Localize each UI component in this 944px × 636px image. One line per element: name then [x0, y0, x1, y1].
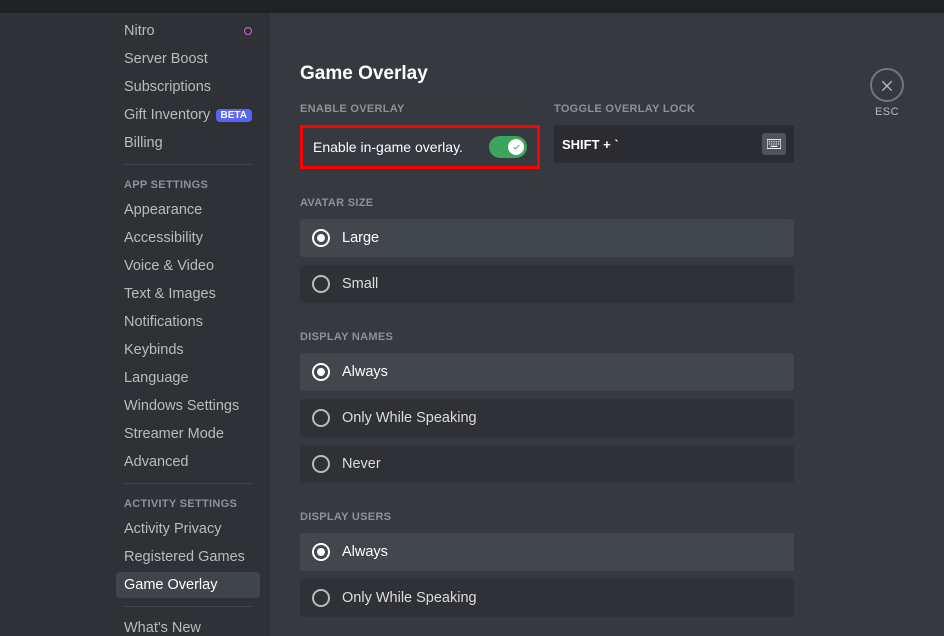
sidebar-item-label: Gift Inventory — [124, 107, 210, 123]
display-users-only-speaking[interactable]: Only While Speaking — [300, 579, 794, 617]
sidebar-item-label: Voice & Video — [124, 258, 214, 274]
sidebar-item-label: Appearance — [124, 202, 202, 218]
display-names-always[interactable]: Always — [300, 353, 794, 391]
sidebar-header-app-settings: APP SETTINGS — [116, 173, 260, 197]
nitro-indicator-icon — [244, 27, 252, 35]
keyboard-button[interactable] — [762, 133, 786, 155]
sidebar-item-game-overlay[interactable]: Game Overlay — [116, 572, 260, 598]
keyboard-icon — [767, 139, 781, 149]
close-button[interactable]: ESC — [870, 68, 904, 118]
enable-overlay-label: ENABLE OVERLAY — [300, 103, 540, 115]
sidebar-item-label: Server Boost — [124, 51, 208, 67]
sidebar-item-label: Registered Games — [124, 549, 245, 565]
esc-label: ESC — [870, 106, 904, 118]
radio-icon — [312, 589, 330, 607]
sidebar-item-label: Advanced — [124, 454, 189, 470]
sidebar-item-nitro[interactable]: Nitro — [116, 18, 260, 44]
sidebar-item-subscriptions[interactable]: Subscriptions — [116, 74, 260, 100]
sidebar-item-label: Accessibility — [124, 230, 203, 246]
sidebar-item-windows-settings[interactable]: Windows Settings — [116, 393, 260, 419]
sidebar-item-label: Keybinds — [124, 342, 184, 358]
display-names-group: Always Only While Speaking Never — [300, 353, 794, 483]
radio-label: Always — [342, 544, 388, 560]
radio-icon — [312, 409, 330, 427]
display-users-label: DISPLAY USERS — [300, 511, 914, 523]
sidebar-item-appearance[interactable]: Appearance — [116, 197, 260, 223]
sidebar-item-label: What's New — [124, 620, 201, 636]
sidebar-item-streamer-mode[interactable]: Streamer Mode — [116, 421, 260, 447]
sidebar-item-label: Notifications — [124, 314, 203, 330]
check-icon — [512, 143, 521, 152]
radio-icon — [312, 275, 330, 293]
enable-overlay-row: Enable in-game overlay. — [303, 128, 537, 166]
divider — [124, 164, 252, 165]
sidebar-item-accessibility[interactable]: Accessibility — [116, 225, 260, 251]
radio-icon — [312, 229, 330, 247]
avatar-size-group: Large Small — [300, 219, 794, 303]
radio-label: Only While Speaking — [342, 590, 477, 606]
sidebar-item-keybinds[interactable]: Keybinds — [116, 337, 260, 363]
title-bar — [0, 0, 944, 13]
settings-content: ESC Game Overlay ENABLE OVERLAY Enable i… — [270, 13, 944, 636]
close-icon — [870, 68, 904, 102]
sidebar-item-notifications[interactable]: Notifications — [116, 309, 260, 335]
sidebar-item-label: Game Overlay — [124, 577, 217, 593]
radio-icon — [312, 363, 330, 381]
page-title: Game Overlay — [300, 63, 914, 85]
sidebar-header-activity-settings: ACTIVITY SETTINGS — [116, 492, 260, 516]
sidebar-item-voice-video[interactable]: Voice & Video — [116, 253, 260, 279]
sidebar-item-gift-inventory[interactable]: Gift Inventory BETA — [116, 102, 260, 128]
enable-overlay-highlight: Enable in-game overlay. — [300, 125, 540, 169]
enable-overlay-toggle[interactable] — [489, 136, 527, 158]
divider — [124, 606, 252, 607]
display-users-group: Always Only While Speaking — [300, 533, 794, 617]
sidebar-item-label: Nitro — [124, 23, 155, 39]
display-names-label: DISPLAY NAMES — [300, 331, 914, 343]
sidebar-item-language[interactable]: Language — [116, 365, 260, 391]
enable-overlay-text: Enable in-game overlay. — [313, 139, 463, 155]
radio-label: Only While Speaking — [342, 410, 477, 426]
sidebar-item-billing[interactable]: Billing — [116, 130, 260, 156]
sidebar-item-server-boost[interactable]: Server Boost — [116, 46, 260, 72]
radio-label: Always — [342, 364, 388, 380]
display-names-only-speaking[interactable]: Only While Speaking — [300, 399, 794, 437]
keybind-input[interactable]: SHIFT + ` — [554, 125, 794, 163]
toggle-overlay-lock-label: TOGGLE OVERLAY LOCK — [554, 103, 794, 115]
toggle-knob — [508, 139, 524, 155]
settings-sidebar: Nitro Server Boost Subscriptions Gift In… — [0, 13, 270, 636]
sidebar-item-label: Language — [124, 370, 189, 386]
radio-label: Small — [342, 276, 378, 292]
sidebar-item-whats-new[interactable]: What's New — [116, 615, 260, 636]
sidebar-item-registered-games[interactable]: Registered Games — [116, 544, 260, 570]
keybind-value: SHIFT + ` — [562, 137, 619, 152]
sidebar-item-label: Subscriptions — [124, 79, 211, 95]
display-names-never[interactable]: Never — [300, 445, 794, 483]
avatar-size-large[interactable]: Large — [300, 219, 794, 257]
avatar-size-small[interactable]: Small — [300, 265, 794, 303]
divider — [124, 483, 252, 484]
sidebar-item-advanced[interactable]: Advanced — [116, 449, 260, 475]
sidebar-item-text-images[interactable]: Text & Images — [116, 281, 260, 307]
radio-icon — [312, 455, 330, 473]
radio-icon — [312, 543, 330, 561]
sidebar-item-label: Billing — [124, 135, 163, 151]
sidebar-item-label: Text & Images — [124, 286, 216, 302]
avatar-size-label: AVATAR SIZE — [300, 197, 914, 209]
sidebar-item-label: Streamer Mode — [124, 426, 224, 442]
sidebar-item-activity-privacy[interactable]: Activity Privacy — [116, 516, 260, 542]
radio-label: Large — [342, 230, 379, 246]
radio-label: Never — [342, 456, 381, 472]
sidebar-item-label: Windows Settings — [124, 398, 239, 414]
sidebar-item-label: Activity Privacy — [124, 521, 222, 537]
display-users-always[interactable]: Always — [300, 533, 794, 571]
beta-badge: BETA — [216, 109, 252, 122]
